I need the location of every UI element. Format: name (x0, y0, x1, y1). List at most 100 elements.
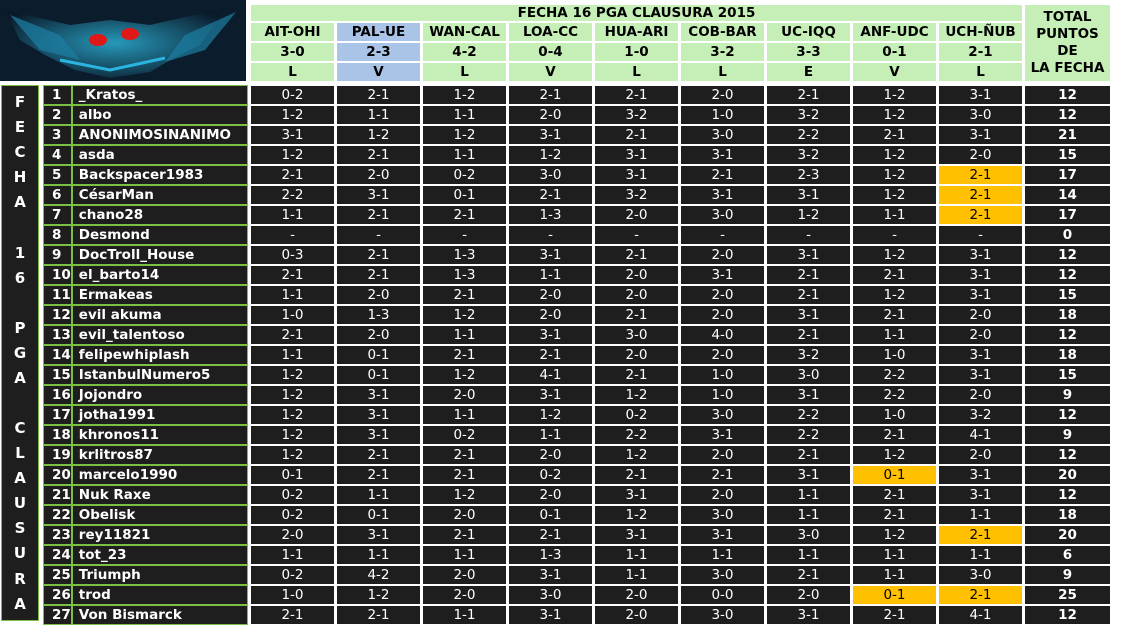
logo-eye-left (89, 34, 107, 46)
prediction-cell: 2-1 (509, 526, 592, 544)
rank-number: 11 (43, 285, 72, 305)
prediction-cell: 3-2 (767, 146, 850, 164)
prediction-cell: 3-1 (595, 166, 678, 184)
prediction-cell: 3-1 (509, 566, 592, 584)
prediction-cell: 1-2 (853, 286, 936, 304)
prediction-cell: 1-2 (853, 166, 936, 184)
prediction-cell: 3-1 (681, 266, 764, 284)
prediction-cell: 1-0 (681, 386, 764, 404)
match-result: V (509, 63, 592, 81)
total-cell: 9 (1025, 386, 1110, 404)
rank-number: 3 (43, 125, 72, 145)
rank-number: 4 (43, 145, 72, 165)
rank-number: 1 (43, 85, 72, 105)
prediction-cell: 2-1 (595, 306, 678, 324)
side-label-letter: C (14, 143, 26, 162)
side-label-letter: A (14, 469, 26, 488)
table-row: 1-1 1-1 1-1 1-3 1-1 1-1 1-1 1-1 1-1 6 (251, 546, 1110, 564)
prediction-cell: 2-0 (337, 286, 420, 304)
prediction-cell: 3-1 (939, 246, 1022, 264)
prediction-cell: 0-1 (853, 586, 936, 604)
prediction-cell: 0-1 (337, 346, 420, 364)
prediction-cell: 2-2 (853, 366, 936, 384)
player-name: Triumph (71, 565, 248, 585)
prediction-cell: 1-1 (681, 546, 764, 564)
match-teams: PAL-UE (337, 23, 420, 41)
player-name: Nuk Raxe (71, 485, 248, 505)
spacer (251, 83, 1110, 84)
rank-number: 9 (43, 245, 72, 265)
rank-number: 20 (43, 465, 72, 485)
side-label-letter: C (14, 419, 26, 438)
prediction-cell: 2-1 (681, 166, 764, 184)
prediction-cell: 0-2 (423, 426, 506, 444)
prediction-cell: - (767, 226, 850, 244)
prediction-cell: 2-2 (767, 426, 850, 444)
player-row: 22 Obelisk (43, 505, 248, 525)
prediction-cell: - (509, 226, 592, 244)
match-teams: AIT-OHI (251, 23, 334, 41)
prediction-cell: 3-1 (767, 186, 850, 204)
side-label-letter: G (13, 343, 27, 362)
prediction-cell: 2-1 (337, 266, 420, 284)
prediction-cell: 2-0 (681, 346, 764, 364)
prediction-cell: 3-1 (939, 366, 1022, 384)
table-row: 1-0 1-3 1-2 2-0 2-1 2-0 3-1 2-1 2-0 18 (251, 306, 1110, 324)
prediction-cell: 3-0 (681, 406, 764, 424)
player-row: 14 felipewhiplash (43, 345, 248, 365)
prediction-cell: 1-3 (509, 546, 592, 564)
total-cell: 12 (1025, 486, 1110, 504)
prediction-cell: 2-1 (337, 446, 420, 464)
prediction-cell: 2-1 (939, 526, 1022, 544)
prediction-cell: 2-1 (509, 186, 592, 204)
player-row: 3 ANONIMOSINANIMO (43, 125, 248, 145)
prediction-cell: 3-0 (681, 506, 764, 524)
prediction-cell: 2-0 (423, 506, 506, 524)
table-row: ---------0 (251, 226, 1110, 244)
side-label-letter: L (15, 444, 25, 463)
prediction-cell: 3-1 (767, 306, 850, 324)
prediction-cell: 1-2 (423, 366, 506, 384)
player-name: trod (71, 585, 248, 605)
prediction-cell: 0-0 (681, 586, 764, 604)
match-score: 2-1 (939, 43, 1022, 61)
player-name: tot_23 (71, 545, 248, 565)
prediction-cell: 1-1 (509, 266, 592, 284)
prediction-cell: 1-1 (939, 546, 1022, 564)
total-cell: 6 (1025, 546, 1110, 564)
side-label-letter: A (14, 594, 26, 613)
total-cell: 17 (1025, 206, 1110, 224)
player-row: 25 Triumph (43, 565, 248, 585)
prediction-cell: 3-1 (595, 486, 678, 504)
prediction-cell: 1-1 (337, 546, 420, 564)
prediction-cell: 1-1 (423, 326, 506, 344)
player-name: felipewhiplash (71, 345, 248, 365)
player-row: 7 chano28 (43, 205, 248, 225)
table-row: 1-2 2-1 1-1 1-2 3-1 3-1 3-2 1-2 2-0 15 (251, 146, 1110, 164)
prediction-cell: 1-2 (423, 126, 506, 144)
side-label-letter: H (13, 168, 27, 187)
player-name: evil akuma (71, 305, 248, 325)
side-label-letter: U (13, 494, 27, 513)
player-name: khronos11 (71, 425, 248, 445)
player-row: 9 DocTroll_House (43, 245, 248, 265)
player-name: ANONIMOSINANIMO (71, 125, 248, 145)
prediction-cell: 2-0 (595, 266, 678, 284)
table-row: 1-2 0-1 1-2 4-1 2-1 1-0 3-0 2-2 3-1 15 (251, 366, 1110, 384)
prediction-cell: 1-1 (251, 346, 334, 364)
prediction-cell: 1-3 (337, 306, 420, 324)
prediction-cell: 2-1 (423, 466, 506, 484)
prediction-cell: 1-2 (853, 86, 936, 104)
table-row: 0-2 2-1 1-2 2-1 2-1 2-0 2-1 1-2 3-1 12 (251, 86, 1110, 104)
prediction-cell: 2-1 (251, 266, 334, 284)
player-row: 21 Nuk Raxe (43, 485, 248, 505)
match-result: L (939, 63, 1022, 81)
match-score: 3-3 (767, 43, 850, 61)
total-cell: 21 (1025, 126, 1110, 144)
player-name: _Kratos_ (71, 85, 248, 105)
rank-number: 24 (43, 545, 72, 565)
rank-number: 19 (43, 445, 72, 465)
prediction-cell: 2-2 (767, 406, 850, 424)
prediction-cell: 2-1 (337, 466, 420, 484)
player-name: jotha1991 (71, 405, 248, 425)
